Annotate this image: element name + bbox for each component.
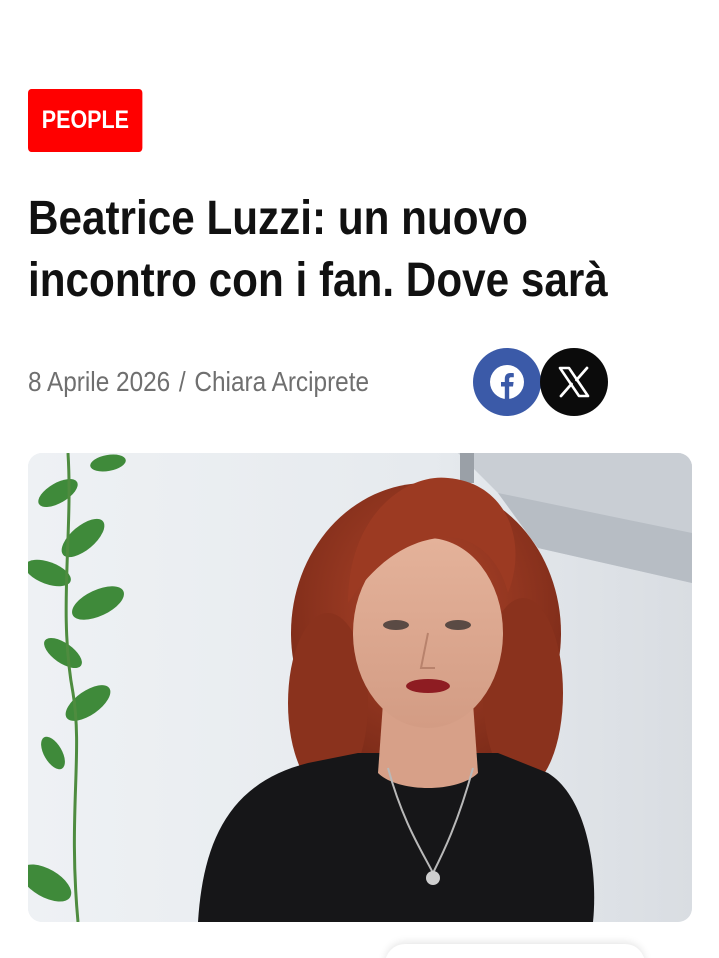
article-meta: 8 Aprile 2026 / Chiara Arciprete (28, 362, 369, 402)
share-facebook-button[interactable] (473, 348, 541, 416)
publish-date: 8 Aprile 2026 (28, 366, 171, 397)
article-page: PEOPLE Beatrice Luzzi: un nuovo incontro… (0, 0, 719, 958)
facebook-icon (490, 365, 524, 399)
article-headline: Beatrice Luzzi: un nuovo incontro con i … (28, 192, 608, 307)
category-badge[interactable]: PEOPLE (28, 89, 143, 152)
category-label: PEOPLE (41, 106, 129, 134)
author-link[interactable]: Chiara Arciprete (194, 366, 369, 398)
share-x-button[interactable] (540, 348, 608, 416)
meta-separator: / (178, 366, 186, 397)
hero-photo (28, 453, 692, 922)
bottom-card (385, 944, 645, 958)
hero-image[interactable] (28, 453, 692, 922)
x-icon (558, 366, 590, 398)
